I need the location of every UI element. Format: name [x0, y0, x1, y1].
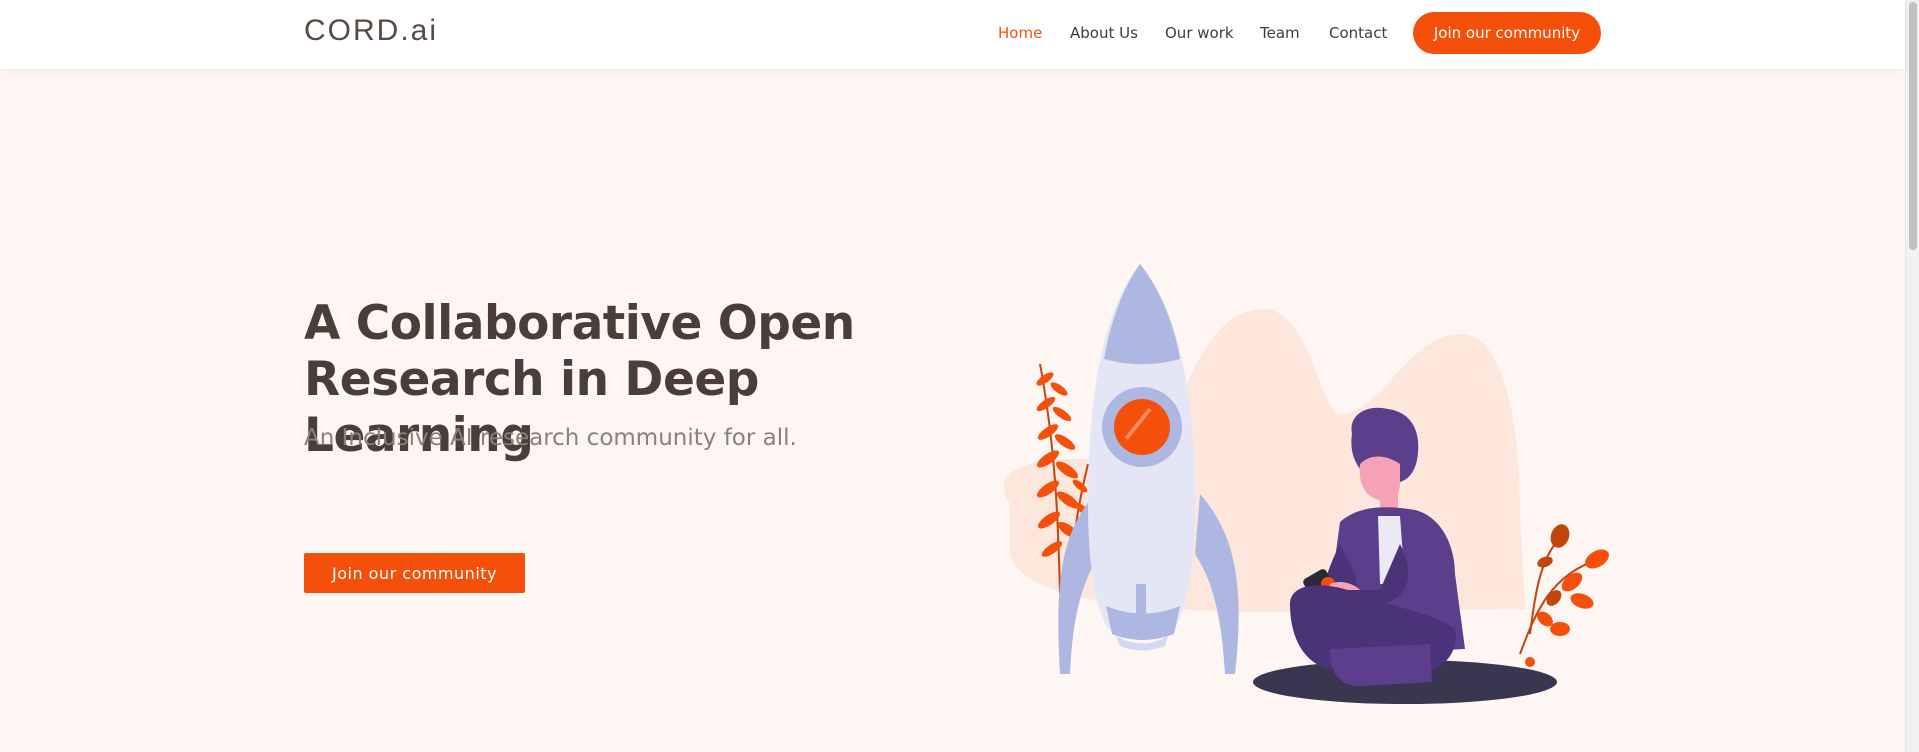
site-header: CORD.ai Home About Us Our work Team Cont…	[0, 0, 1905, 69]
right-plant-icon	[1519, 524, 1609, 667]
nav-contact[interactable]: Contact	[1329, 24, 1387, 42]
header-join-button[interactable]: Join our community	[1413, 12, 1601, 54]
nav-home[interactable]: Home	[998, 24, 1042, 42]
hero-title-line-1: A Collaborative Open	[304, 296, 855, 351]
nav-our-work[interactable]: Our work	[1165, 24, 1234, 42]
hero-section: A Collaborative Open Research in Deep Le…	[0, 69, 1905, 752]
nav-team[interactable]: Team	[1260, 24, 1300, 42]
rocket-and-person-illustration	[1003, 264, 1609, 704]
main-nav: Home About Us Our work Team Contact	[0, 0, 1905, 69]
page: CORD.ai Home About Us Our work Team Cont…	[0, 0, 1919, 752]
scrollbar[interactable]	[1905, 0, 1919, 752]
nav-about-us[interactable]: About Us	[1070, 24, 1138, 42]
hero-subtitle: An Inclusive AI research community for a…	[304, 425, 797, 451]
hero-join-button[interactable]: Join our community	[304, 553, 525, 593]
scrollbar-thumb[interactable]	[1909, 2, 1917, 250]
